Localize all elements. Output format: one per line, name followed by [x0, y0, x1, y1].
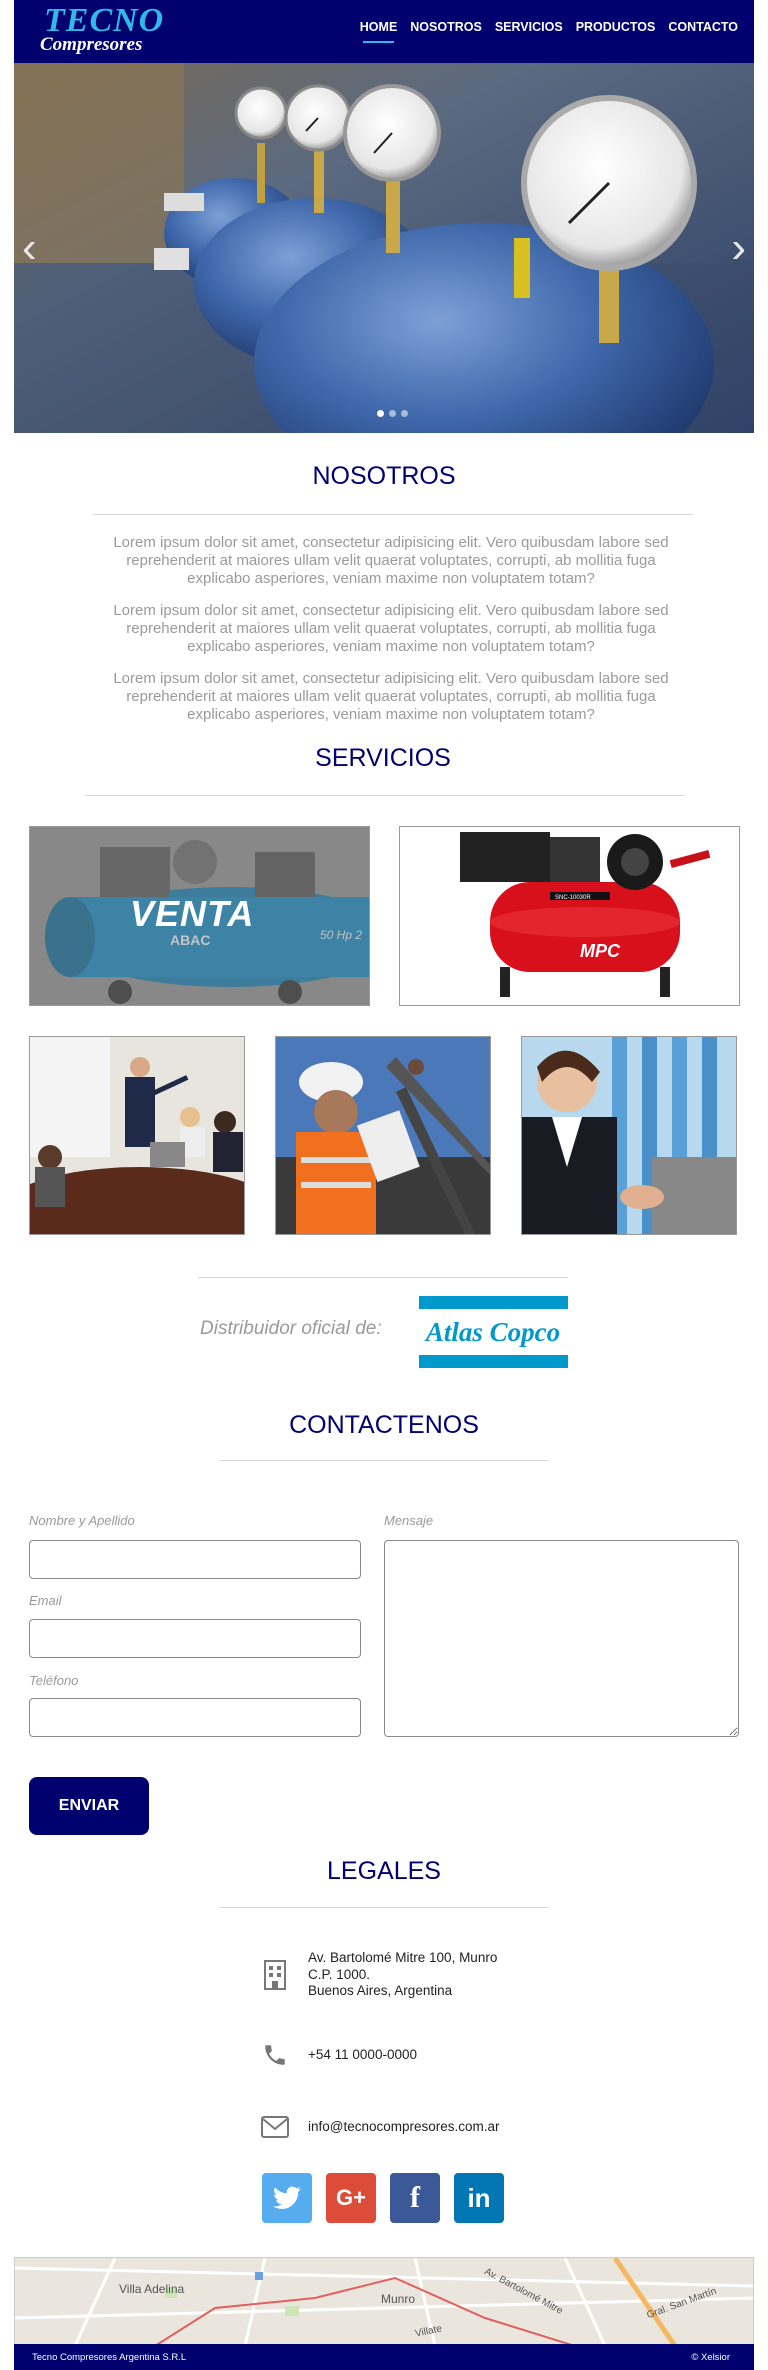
envelope-icon [260, 2110, 290, 2144]
email-row: info@tecnocompresores.com.ar [260, 2110, 500, 2144]
contact-divider [219, 1460, 549, 1461]
building-icon [260, 1958, 290, 1992]
map-label-munro: Munro [381, 2292, 416, 2306]
name-label: Nombre y Apellido [29, 1513, 135, 1528]
contact-title: CONTACTENOS [289, 1411, 479, 1439]
service-handshake-card[interactable] [521, 1036, 737, 1235]
message-textarea[interactable] [384, 1540, 739, 1737]
nosotros-paragraph-1: Lorem ipsum dolor sit amet, consectetur … [113, 534, 669, 587]
mpc-brand-text: MPC [580, 941, 621, 961]
nosotros-paragraph-2: Lorem ipsum dolor sit amet, consectetur … [113, 602, 669, 655]
service-venta-card[interactable]: 50 Hp 2 ABAC VENTA [29, 826, 370, 1006]
handshake-image [522, 1037, 736, 1234]
compressor-gauges-image [14, 63, 754, 433]
slider-dot-1[interactable] [377, 410, 384, 417]
servicios-divider [85, 795, 685, 796]
distributor-label: Distribuidor oficial de: [200, 1318, 382, 1339]
atlas-copco-logo[interactable]: Atlas Copco [419, 1296, 568, 1368]
mpc-model-text: SNC-10030R [555, 895, 591, 901]
slider-dot-2[interactable] [389, 410, 396, 417]
phone-row: +54 11 0000-0000 [260, 2038, 417, 2072]
technician-image [276, 1037, 490, 1234]
logo[interactable]: TECNO Compresores [40, 2, 165, 55]
servicios-title: SERVICIOS [315, 744, 451, 772]
phone-input[interactable] [29, 1698, 361, 1737]
submit-button[interactable]: ENVIAR [29, 1777, 149, 1835]
twitter-icon[interactable] [262, 2173, 312, 2223]
business-meeting-image [30, 1037, 244, 1234]
nosotros-title: NOSOTROS [312, 462, 456, 490]
phone-number: +54 11 0000-0000 [308, 2046, 417, 2062]
legales-divider [219, 1907, 549, 1908]
email-input[interactable] [29, 1619, 361, 1658]
nav-nosotros[interactable]: NOSOTROS [410, 20, 482, 43]
address-line-1: Av. Bartolomé Mitre 100, Munro [308, 1950, 498, 1965]
google-plus-icon[interactable]: G+ [326, 2173, 376, 2223]
nav-productos[interactable]: PRODUCTOS [576, 20, 656, 43]
email-label: Email [29, 1593, 62, 1608]
address-line-3: Buenos Aires, Argentina [308, 1983, 453, 1998]
map-label-villa-adelina: Villa Adelina [119, 2282, 185, 2296]
distributor-divider [198, 1277, 568, 1278]
nav-home[interactable]: HOME [360, 20, 397, 43]
nosotros-paragraph-3: Lorem ipsum dolor sit amet, consectetur … [113, 670, 669, 723]
slider-prev-arrow[interactable]: ‹ [22, 226, 37, 270]
slider-next-arrow[interactable]: › [731, 226, 746, 270]
linkedin-icon[interactable]: in [454, 2173, 504, 2223]
service-mpc-card[interactable]: SNC-10030R MPC [399, 826, 740, 1006]
facebook-icon[interactable]: f [390, 2173, 440, 2223]
address-row: Av. Bartolomé Mitre 100, Munro C.P. 1000… [260, 1950, 497, 2000]
phone-icon [260, 2038, 290, 2072]
legales-title: LEGALES [327, 1857, 441, 1885]
service-technician-card[interactable] [275, 1036, 491, 1235]
footer-credit[interactable]: © Xelsior [691, 2352, 730, 2363]
main-nav: HOME NOSOTROS SERVICIOS PRODUCTOS CONTAC… [360, 20, 738, 43]
site-header: TECNO Compresores HOME NOSOTROS SERVICIO… [14, 0, 754, 63]
logo-top-text: TECNO [44, 2, 165, 39]
nav-servicios[interactable]: SERVICIOS [495, 20, 563, 43]
site-footer: Tecno Compresores Argentina S.R.L © Xels… [14, 2344, 754, 2370]
location-map[interactable]: Villa Adelina Munro Av. Bartolomé Mitre … [14, 2257, 754, 2345]
message-label: Mensaje [384, 1513, 434, 1528]
email-address[interactable]: info@tecnocompresores.com.ar [308, 2119, 500, 2136]
name-input[interactable] [29, 1540, 361, 1579]
mpc-compressor-image: SNC-10030R MPC [400, 827, 739, 1005]
nosotros-divider [93, 514, 693, 515]
service-meeting-card[interactable] [29, 1036, 245, 1235]
venta-label: VENTA [130, 893, 255, 934]
nav-contacto[interactable]: CONTACTO [668, 20, 738, 43]
phone-label: Teléfono [29, 1673, 79, 1688]
atlas-copco-text: Atlas Copco [424, 1317, 560, 1347]
hero-slider: ‹ › [14, 63, 754, 433]
social-links: G+ f in [262, 2173, 504, 2223]
slider-dot-3[interactable] [401, 410, 408, 417]
footer-company: Tecno Compresores Argentina S.R.L [32, 2351, 187, 2363]
slider-dots [377, 410, 408, 417]
address-line-2: C.P. 1000. [308, 1966, 371, 1982]
